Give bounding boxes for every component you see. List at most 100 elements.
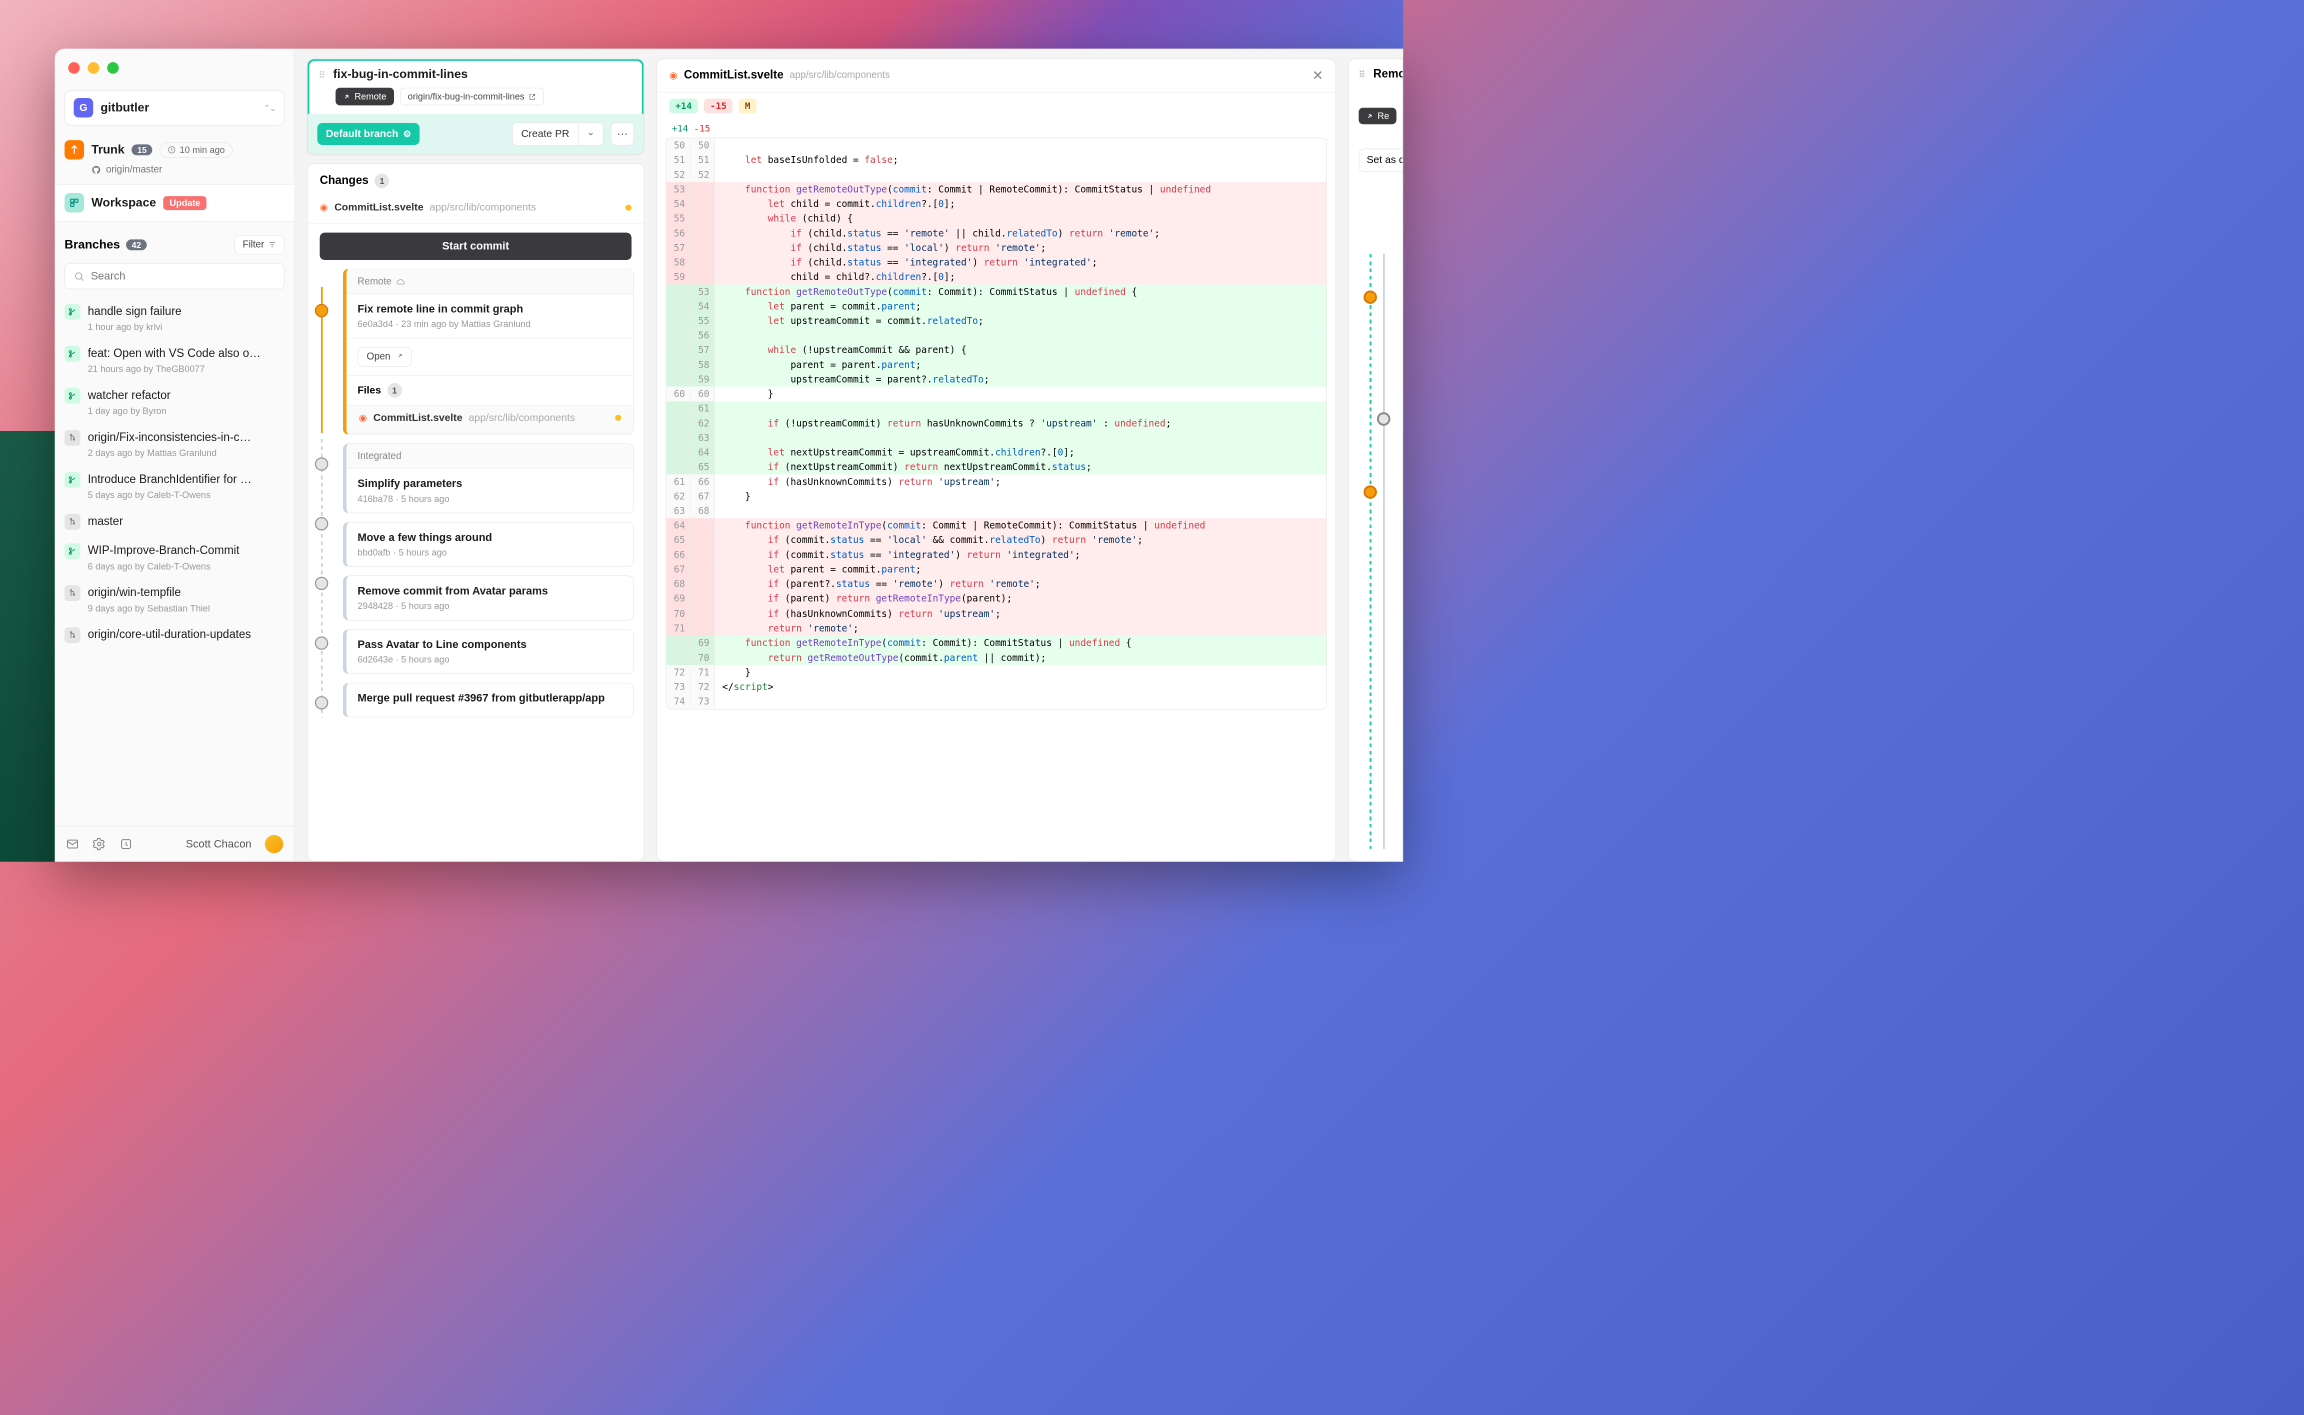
trunk-remote: origin/master xyxy=(55,164,294,175)
integrated-commit[interactable]: Integrated Simplify parameters 416ba78 ·… xyxy=(343,443,634,513)
deletions-badge: -15 xyxy=(704,99,733,114)
history-icon[interactable] xyxy=(119,837,132,850)
more-menu[interactable]: ⋯ xyxy=(611,122,634,145)
changes-header: Changes 1 xyxy=(308,164,644,196)
commit-file[interactable]: ◉ CommitList.svelte app/src/lib/componen… xyxy=(347,406,634,435)
mail-icon[interactable] xyxy=(66,837,79,850)
trunk-time: 10 min ago xyxy=(160,142,233,157)
svelte-icon: ◉ xyxy=(359,412,368,424)
trunk-icon xyxy=(65,140,84,159)
update-badge[interactable]: Update xyxy=(163,196,206,210)
branch-icon xyxy=(65,304,81,320)
close-icon[interactable]: ✕ xyxy=(1312,68,1323,84)
changes-count: 1 xyxy=(375,174,390,189)
maximize-window-icon[interactable] xyxy=(107,62,119,74)
start-commit-button[interactable]: Start commit xyxy=(320,233,632,260)
lane-header: ⠿ fix-bug-in-commit-lines Remote origin/… xyxy=(307,58,644,154)
nav-workspace[interactable]: Workspace Update xyxy=(55,184,294,222)
svelte-icon: ◉ xyxy=(669,69,678,81)
workspace-icon xyxy=(65,193,84,212)
modified-dot-icon xyxy=(615,415,621,421)
branch-name: handle sign failure xyxy=(88,305,182,318)
open-button[interactable]: Open xyxy=(357,347,411,366)
gear-icon[interactable] xyxy=(93,837,106,850)
integrated-commit[interactable]: Move a few things around bbd0afb · 5 hou… xyxy=(343,522,634,567)
window-controls[interactable] xyxy=(68,62,119,74)
branch-name: master xyxy=(88,515,123,528)
branch-icon xyxy=(65,514,81,530)
filter-button[interactable]: Filter xyxy=(235,235,285,254)
branch-meta: 1 hour ago by krlvi xyxy=(88,322,285,332)
gear-icon: ⚙ xyxy=(403,128,411,139)
repo-icon: G xyxy=(74,98,93,117)
branches-title: Branches 42 xyxy=(65,238,147,252)
branch-meta: 6 days ago by Caleb-T-Owens xyxy=(88,561,285,571)
nav-trunk-label: Trunk xyxy=(91,143,124,157)
branch-name: origin/win-tempfile xyxy=(88,586,181,599)
branch-item[interactable]: origin/core-util-duration-updates xyxy=(55,621,294,650)
cloud-icon xyxy=(396,278,405,287)
repo-name: gitbutler xyxy=(100,101,256,115)
trunk-count-badge: 15 xyxy=(132,144,152,155)
drag-handle-icon[interactable]: ⠿ xyxy=(319,69,328,80)
modified-dot-icon xyxy=(625,205,631,211)
remote-pill: Remote xyxy=(336,88,394,106)
nav-trunk[interactable]: Trunk 15 10 min ago xyxy=(55,136,294,163)
diff-panel: ◉ CommitList.svelte app/src/lib/componen… xyxy=(657,58,1337,861)
branch-item[interactable]: Introduce BranchIdentifier for … 5 days … xyxy=(55,466,294,508)
branch-meta: 2 days ago by Mattias Granlund xyxy=(88,448,285,458)
chevron-updown-icon: ⌃⌄ xyxy=(263,103,275,113)
lane-title: fix-bug-in-commit-lines xyxy=(333,68,468,82)
branch-name: WIP-Improve-Branch-Commit xyxy=(88,544,240,557)
branch-icon xyxy=(65,388,81,404)
branch-item[interactable]: origin/win-tempfile 9 days ago by Sebast… xyxy=(55,579,294,621)
branch-item[interactable]: origin/Fix-inconsistencies-in-c… 2 days … xyxy=(55,424,294,466)
drag-handle-icon[interactable]: ⠿ xyxy=(1359,69,1368,80)
changed-file[interactable]: ◉ CommitList.svelte app/src/lib/componen… xyxy=(308,195,644,224)
branch-name: Introduce BranchIdentifier for … xyxy=(88,473,252,486)
branch-item[interactable]: watcher refactor 1 day ago by Byron xyxy=(55,382,294,424)
branch-icon xyxy=(65,627,81,643)
integrated-section-header: Integrated xyxy=(347,444,634,469)
commit-title: Simplify parameters xyxy=(357,477,622,490)
branch-name: origin/core-util-duration-updates xyxy=(88,628,251,641)
commit-meta: 6d2643e · 5 hours ago xyxy=(357,655,622,665)
branch-item[interactable]: handle sign failure 1 hour ago by krlvi xyxy=(55,298,294,340)
minimize-window-icon[interactable] xyxy=(88,62,100,74)
branch-lane: ⠿ fix-bug-in-commit-lines Remote origin/… xyxy=(307,58,644,861)
user-name[interactable]: Scott Chacon xyxy=(186,838,252,851)
sidebar: G gitbutler ⌃⌄ Trunk 15 10 min ago origi… xyxy=(55,49,295,862)
branch-icon xyxy=(65,430,81,446)
branch-meta: 1 day ago by Byron xyxy=(88,406,285,416)
remote-section-header: Remote xyxy=(347,269,634,294)
nav-workspace-label: Workspace xyxy=(91,196,156,210)
changes-panel: Changes 1 ◉ CommitList.svelte app/src/li… xyxy=(307,163,644,862)
branch-list: handle sign failure 1 hour ago by krlvi … xyxy=(55,295,294,825)
diff-file-name: CommitList.svelte xyxy=(684,69,784,82)
branch-item[interactable]: feat: Open with VS Code also o… 21 hours… xyxy=(55,340,294,382)
branch-item[interactable]: WIP-Improve-Branch-Commit 6 days ago by … xyxy=(55,537,294,579)
set-as-default-button[interactable]: Set as d xyxy=(1359,149,1403,172)
additions-badge: +14 xyxy=(669,99,698,114)
commit-title: Merge pull request #3967 from gitbutlera… xyxy=(357,692,622,705)
close-window-icon[interactable] xyxy=(68,62,80,74)
modified-badge: M xyxy=(739,99,757,114)
search-input[interactable] xyxy=(65,263,285,289)
origin-link-pill[interactable]: origin/fix-bug-in-commit-lines xyxy=(400,88,544,106)
branch-icon xyxy=(65,543,81,559)
integrated-commit[interactable]: Merge pull request #3967 from gitbutlera… xyxy=(343,683,634,718)
create-pr-button[interactable]: Create PR xyxy=(513,123,579,145)
repo-selector[interactable]: G gitbutler ⌃⌄ xyxy=(65,90,285,125)
create-pr-dropdown[interactable] xyxy=(579,123,603,145)
avatar[interactable] xyxy=(265,835,283,853)
branch-meta: 5 days ago by Caleb-T-Owens xyxy=(88,490,285,500)
default-branch-button[interactable]: Default branch ⚙ xyxy=(317,123,420,145)
commit-title: Pass Avatar to Line components xyxy=(357,638,622,651)
commit-meta: 2948428 · 5 hours ago xyxy=(357,601,622,611)
integrated-commit[interactable]: Pass Avatar to Line components 6d2643e ·… xyxy=(343,629,634,674)
code-area[interactable]: 50505151 let baseIsUnfolded = false;5252… xyxy=(666,138,1327,710)
commit-entry[interactable]: Fix remote line in commit graph 6e0a3d4 … xyxy=(347,294,634,338)
branch-item[interactable]: master xyxy=(55,508,294,537)
remote-pill: Re xyxy=(1359,108,1397,124)
integrated-commit[interactable]: Remove commit from Avatar params 2948428… xyxy=(343,576,634,621)
